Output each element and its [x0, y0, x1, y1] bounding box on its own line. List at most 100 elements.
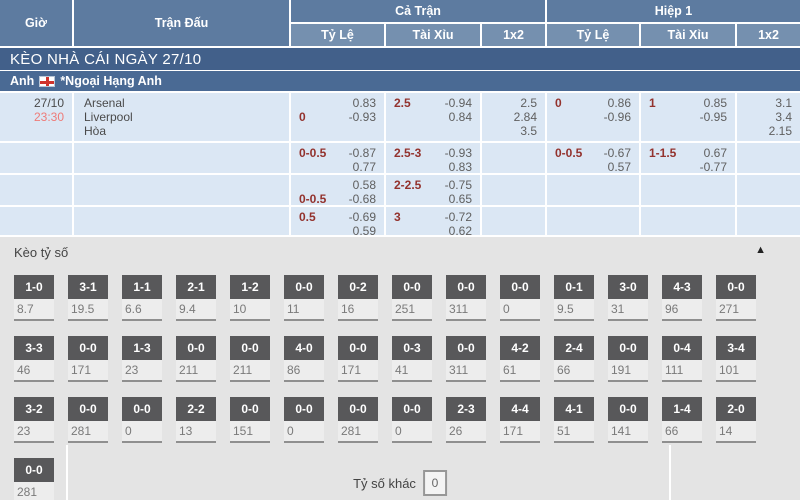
score-box-odds: 171	[338, 360, 378, 382]
handicap-value: 0	[299, 110, 306, 124]
odds-cell-1x2	[482, 143, 545, 173]
odds-value[interactable]: -0.93	[349, 110, 376, 124]
score-box[interactable]: 2-19.4	[176, 275, 216, 321]
score-box[interactable]: 0-0281	[338, 397, 378, 443]
odds-value[interactable]: 0.59	[353, 224, 376, 235]
score-box[interactable]: 3-031	[608, 275, 648, 321]
score-box[interactable]: 0-0171	[68, 336, 108, 382]
score-box-odds: 0	[392, 421, 432, 443]
other-score-input[interactable]	[423, 470, 447, 496]
score-box[interactable]: 3-119.5	[68, 275, 108, 321]
odds-value[interactable]: 3.1	[775, 96, 792, 110]
odds-value[interactable]: -0.77	[700, 160, 727, 173]
score-box[interactable]: 1-08.7	[14, 275, 54, 321]
score-box[interactable]: 4-151	[554, 397, 594, 443]
odds-value[interactable]: -0.95	[700, 110, 727, 124]
odds-value[interactable]: 0.58	[353, 178, 376, 192]
score-box[interactable]: 4-4171	[500, 397, 540, 443]
score-box[interactable]: 4-396	[662, 275, 702, 321]
score-box[interactable]: 1-323	[122, 336, 162, 382]
odds-value[interactable]: -0.87	[349, 146, 376, 160]
score-box-row: 0-0281Tỷ số khác	[0, 458, 800, 500]
score-box[interactable]: 0-19.5	[554, 275, 594, 321]
score-box[interactable]: 1-466	[662, 397, 702, 443]
odds-value[interactable]: 0.67	[704, 146, 727, 160]
score-box[interactable]: 1-210	[230, 275, 270, 321]
odds-value[interactable]: 0.65	[449, 192, 472, 205]
score-box[interactable]: 4-261	[500, 336, 540, 382]
team-name: Arsenal	[84, 96, 281, 110]
odds-value[interactable]: 2.84	[514, 110, 537, 124]
score-box[interactable]: 0-0191	[608, 336, 648, 382]
score-box[interactable]: 1-16.6	[122, 275, 162, 321]
score-box[interactable]: 4-086	[284, 336, 324, 382]
score-box-odds: 41	[392, 360, 432, 382]
odds-cell-handicap: 1-1.50.67-0.77	[641, 143, 735, 173]
odds-value[interactable]: 3.5	[520, 124, 537, 138]
odds-value[interactable]: -0.68	[349, 192, 376, 205]
score-box[interactable]: 3-4101	[716, 336, 756, 382]
score-box[interactable]: 0-011	[284, 275, 324, 321]
subheader-h1-handicap: Tỷ Lệ	[547, 24, 639, 46]
score-box-odds: 101	[716, 360, 756, 382]
odds-value[interactable]: 0.85	[704, 96, 727, 110]
score-box[interactable]: 2-213	[176, 397, 216, 443]
odds-value[interactable]: -0.75	[445, 178, 472, 192]
odds-value[interactable]: 0.83	[449, 160, 472, 173]
score-box[interactable]: 0-4111	[662, 336, 702, 382]
subheader-ft-handicap: Tỷ Lệ	[291, 24, 384, 46]
bookmaker-day-bar: KÈO NHÀ CÁI NGÀY 27/10	[0, 48, 800, 70]
odds-value[interactable]: -0.96	[604, 110, 631, 124]
score-box[interactable]: 0-0251	[392, 275, 432, 321]
score-box[interactable]: 0-0151	[230, 397, 270, 443]
odds-value[interactable]: 2.15	[769, 124, 792, 138]
score-box[interactable]: 0-00	[500, 275, 540, 321]
score-box[interactable]: 0-216	[338, 275, 378, 321]
odds-cell-handicap: 00.86-0.96	[547, 93, 639, 141]
odds-value[interactable]: 0.77	[353, 160, 376, 173]
score-box[interactable]: 0-00	[122, 397, 162, 443]
score-box[interactable]: 2-466	[554, 336, 594, 382]
score-box-odds: 211	[230, 360, 270, 382]
score-box-label: 4-3	[662, 275, 702, 299]
score-box[interactable]: 0-0171	[338, 336, 378, 382]
score-box[interactable]: 0-0141	[608, 397, 648, 443]
score-box[interactable]: 0-0211	[230, 336, 270, 382]
odds-line: 0.84	[394, 110, 472, 124]
odds-value[interactable]: 3.4	[775, 110, 792, 124]
time-cell	[0, 207, 72, 235]
odds-value[interactable]: 0.84	[449, 110, 472, 124]
score-box[interactable]: 0-341	[392, 336, 432, 382]
score-box[interactable]: 0-0211	[176, 336, 216, 382]
score-box[interactable]: 0-0281	[68, 397, 108, 443]
score-box[interactable]: 0-0271	[716, 275, 756, 321]
odds-value[interactable]: -0.94	[445, 96, 472, 110]
score-box[interactable]: 0-0281	[14, 458, 54, 500]
odds-value[interactable]: -0.72	[445, 210, 472, 224]
odds-value[interactable]: 0.86	[608, 96, 631, 110]
score-box[interactable]: 0-0311	[446, 275, 486, 321]
score-box[interactable]: 3-223	[14, 397, 54, 443]
score-box[interactable]: 2-014	[716, 397, 756, 443]
odds-value[interactable]: -0.69	[349, 210, 376, 224]
score-box[interactable]: 0-00	[284, 397, 324, 443]
score-box[interactable]: 0-00	[392, 397, 432, 443]
score-box[interactable]: 2-326	[446, 397, 486, 443]
score-box-label: 0-0	[176, 336, 216, 360]
odds-value[interactable]: 0.83	[353, 96, 376, 110]
score-box[interactable]: 3-346	[14, 336, 54, 382]
odds-value[interactable]: 0.62	[449, 224, 472, 235]
odds-value[interactable]: -0.67	[604, 146, 631, 160]
odds-value[interactable]: -0.93	[445, 146, 472, 160]
league-bar: Anh *Ngoại Hạng Anh	[0, 71, 800, 91]
odds-value[interactable]: 2.5	[520, 96, 537, 110]
match-teams-cell	[74, 175, 289, 205]
odds-line: 0-0.5-0.87	[299, 146, 376, 160]
score-box[interactable]: 0-0311	[446, 336, 486, 382]
handicap-value: 3	[394, 210, 401, 224]
score-box-odds: 19.5	[68, 299, 108, 321]
odds-value[interactable]: 0.57	[608, 160, 631, 173]
score-box-odds: 0	[500, 299, 540, 321]
collapse-chevron-up-icon[interactable]: ▲	[755, 245, 766, 255]
score-box-label: 4-2	[500, 336, 540, 360]
